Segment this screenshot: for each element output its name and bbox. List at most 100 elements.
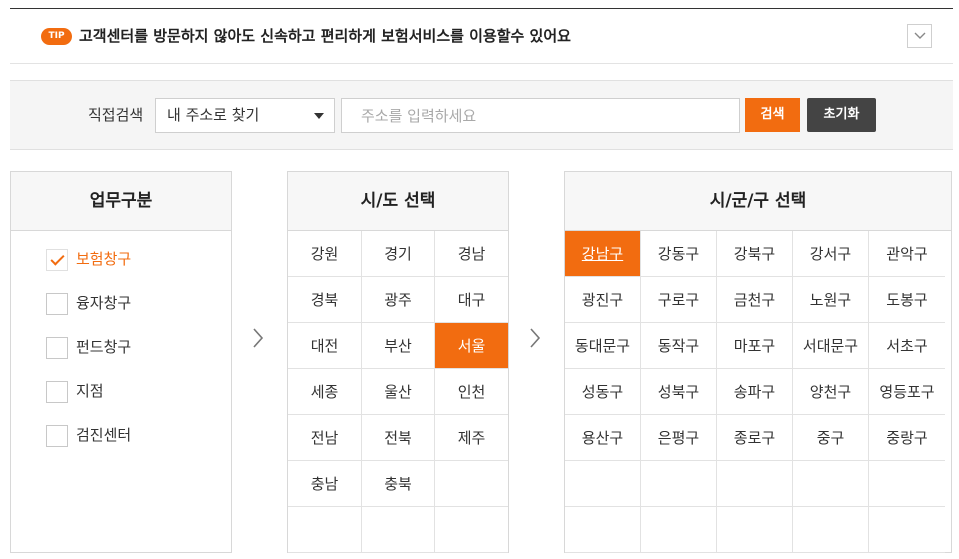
district-empty-cell bbox=[869, 461, 945, 507]
district-option[interactable]: 강서구 bbox=[793, 231, 869, 277]
business-option[interactable]: 검진센터 bbox=[11, 422, 231, 466]
district-label: 강북구 bbox=[733, 245, 776, 263]
province-option[interactable]: 서울 bbox=[435, 323, 508, 369]
district-option[interactable]: 강동구 bbox=[641, 231, 717, 277]
province-option[interactable]: 울산 bbox=[362, 369, 435, 415]
district-panel-title: 시/군/구 선택 bbox=[565, 172, 951, 231]
province-option[interactable]: 제주 bbox=[435, 415, 508, 461]
district-option[interactable]: 관악구 bbox=[869, 231, 945, 277]
checkbox[interactable] bbox=[46, 425, 68, 447]
province-option[interactable]: 인천 bbox=[435, 369, 508, 415]
province-panel-title: 시/도 선택 bbox=[288, 172, 508, 231]
district-option[interactable]: 금천구 bbox=[717, 277, 793, 323]
district-label: 중구 bbox=[816, 429, 845, 447]
province-grid: 강원 경기 경남경북 광주 대구대전 부산 서울세종 울산 인천전남 전북 제주충남 충북 bbox=[288, 231, 508, 553]
district-label: 도봉구 bbox=[886, 291, 928, 309]
checkbox[interactable] bbox=[46, 293, 68, 315]
business-panel-title: 업무구분 bbox=[11, 172, 231, 231]
province-option[interactable]: 충북 bbox=[362, 461, 435, 507]
district-label: 금천구 bbox=[733, 291, 776, 309]
chevron-right-icon bbox=[528, 327, 542, 354]
province-label: 광주 bbox=[384, 291, 412, 309]
district-option[interactable]: 성동구 bbox=[565, 369, 641, 415]
district-option[interactable]: 용산구 bbox=[565, 415, 641, 461]
business-option[interactable]: 지점 bbox=[11, 378, 231, 422]
district-option[interactable]: 중랑구 bbox=[869, 415, 945, 461]
province-option[interactable]: 경남 bbox=[435, 231, 508, 277]
province-option[interactable]: 전북 bbox=[362, 415, 435, 461]
district-label: 구로구 bbox=[657, 291, 700, 309]
district-option[interactable]: 광진구 bbox=[565, 277, 641, 323]
district-label: 성동구 bbox=[581, 383, 624, 401]
chevron-down-icon bbox=[914, 32, 925, 39]
business-option[interactable]: 펀드창구 bbox=[11, 334, 231, 378]
province-label: 전북 bbox=[384, 429, 412, 447]
district-option[interactable]: 송파구 bbox=[717, 369, 793, 415]
tip-text: 고객센터를 방문하지 않아도 신속하고 편리하게 보험서비스를 이용할수 있어요 bbox=[79, 27, 571, 45]
province-option[interactable]: 세종 bbox=[288, 369, 362, 415]
district-label: 강서구 bbox=[809, 245, 852, 263]
province-option[interactable]: 광주 bbox=[362, 277, 435, 323]
checkbox[interactable] bbox=[46, 249, 68, 271]
province-empty-cell bbox=[435, 507, 508, 553]
district-option[interactable]: 양천구 bbox=[793, 369, 869, 415]
province-label: 대구 bbox=[457, 291, 486, 309]
district-empty-cell bbox=[869, 507, 945, 553]
district-empty-cell bbox=[565, 461, 641, 507]
district-label: 강남구 bbox=[581, 245, 624, 263]
province-option[interactable]: 대전 bbox=[288, 323, 362, 369]
business-option-label: 지점 bbox=[76, 382, 104, 400]
district-option[interactable]: 노원구 bbox=[793, 277, 869, 323]
collapse-button[interactable] bbox=[907, 24, 932, 48]
district-option[interactable]: 중구 bbox=[793, 415, 869, 461]
reset-button[interactable]: 초기화 bbox=[807, 98, 876, 132]
district-option[interactable]: 강북구 bbox=[717, 231, 793, 277]
business-option-label: 보험창구 bbox=[76, 250, 132, 268]
province-option[interactable]: 충남 bbox=[288, 461, 362, 507]
district-empty-cell bbox=[641, 507, 717, 553]
district-empty-cell bbox=[793, 507, 869, 553]
province-option[interactable]: 경기 bbox=[362, 231, 435, 277]
district-label: 양천구 bbox=[809, 383, 852, 401]
province-label: 제주 bbox=[457, 429, 486, 447]
search-bar: 직접검색 내 주소로 찾기 검색 초기화 bbox=[10, 80, 953, 150]
province-label: 충북 bbox=[384, 475, 412, 493]
province-panel: 시/도 선택 강원 경기 경남경북 광주 대구대전 부산 서울세종 울산 인천전남 전북 제주충남 충… bbox=[287, 171, 509, 553]
province-option[interactable]: 경북 bbox=[288, 277, 362, 323]
province-option[interactable]: 전남 bbox=[288, 415, 362, 461]
dropdown-arrow-icon bbox=[314, 113, 324, 119]
district-label: 용산구 bbox=[581, 429, 624, 447]
district-option[interactable]: 서초구 bbox=[869, 323, 945, 369]
address-input[interactable] bbox=[341, 98, 740, 133]
district-label: 동작구 bbox=[657, 337, 700, 355]
search-type-select[interactable]: 내 주소로 찾기 bbox=[155, 98, 335, 133]
district-option[interactable]: 동작구 bbox=[641, 323, 717, 369]
province-option[interactable]: 부산 bbox=[362, 323, 435, 369]
business-option-label: 융자창구 bbox=[76, 294, 132, 312]
tip-bar: TIP 고객센터를 방문하지 않아도 신속하고 편리하게 보험서비스를 이용할수… bbox=[10, 9, 953, 64]
district-option[interactable]: 동대문구 bbox=[565, 323, 641, 369]
district-option[interactable]: 성북구 bbox=[641, 369, 717, 415]
district-option[interactable]: 영등포구 bbox=[869, 369, 945, 415]
checkbox[interactable] bbox=[46, 337, 68, 359]
district-option[interactable]: 은평구 bbox=[641, 415, 717, 461]
province-option[interactable]: 강원 bbox=[288, 231, 362, 277]
province-empty-cell bbox=[288, 507, 362, 553]
checkbox[interactable] bbox=[46, 381, 68, 403]
district-option[interactable]: 도봉구 bbox=[869, 277, 945, 323]
business-option[interactable]: 융자창구 bbox=[11, 290, 231, 334]
district-option[interactable]: 강남구 bbox=[565, 231, 641, 277]
district-option[interactable]: 서대문구 bbox=[793, 323, 869, 369]
district-option[interactable]: 종로구 bbox=[717, 415, 793, 461]
district-label: 마포구 bbox=[733, 337, 776, 355]
province-option[interactable]: 대구 bbox=[435, 277, 508, 323]
business-option[interactable]: 보험창구 bbox=[11, 246, 231, 290]
district-option[interactable]: 구로구 bbox=[641, 277, 717, 323]
district-empty-cell bbox=[793, 461, 869, 507]
province-label: 울산 bbox=[384, 383, 412, 401]
district-label: 성북구 bbox=[657, 383, 700, 401]
district-option[interactable]: 마포구 bbox=[717, 323, 793, 369]
search-button[interactable]: 검색 bbox=[745, 98, 800, 132]
district-label: 서초구 bbox=[886, 337, 928, 355]
business-checklist: 보험창구융자창구펀드창구지점검진센터 bbox=[11, 231, 231, 466]
